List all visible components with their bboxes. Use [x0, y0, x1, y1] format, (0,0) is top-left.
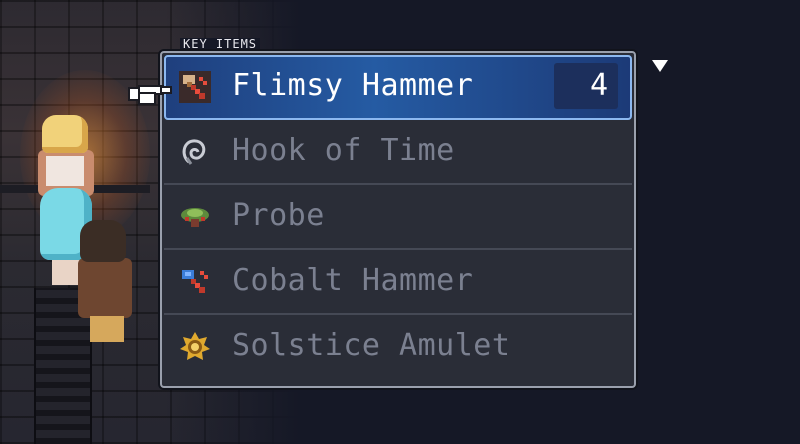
character-teal-hair	[40, 188, 92, 260]
menu-item-flimsy-hammer[interactable]: Flimsy Hammer 4	[164, 55, 632, 120]
character-blonde-body	[38, 150, 94, 196]
scroll-down-arrow-icon[interactable]	[650, 58, 670, 74]
item-name: Cobalt Hammer	[232, 263, 474, 298]
item-name: Flimsy Hammer	[232, 68, 474, 103]
menu-item-probe[interactable]: Probe	[164, 185, 632, 250]
character-dark-body	[78, 258, 132, 318]
cobalt-hammer-icon	[182, 270, 208, 293]
character-blonde-hair	[42, 115, 88, 153]
amulet-icon	[180, 332, 210, 360]
character-dark-head	[80, 220, 126, 262]
key-items-menu: Flimsy Hammer 4 Hook of Time Probe Cobal…	[160, 51, 636, 388]
stone-ledge	[0, 185, 150, 193]
quantity-box: 4	[554, 63, 618, 109]
item-name: Hook of Time	[232, 133, 455, 168]
menu-title: KEY ITEMS	[180, 38, 261, 51]
menu-item-solstice-amulet[interactable]: Solstice Amulet	[164, 315, 632, 378]
character-teal-body	[52, 245, 82, 285]
character-dark-legs	[90, 316, 124, 342]
hammer-icon	[179, 71, 211, 103]
item-name: Probe	[232, 198, 325, 233]
menu-item-hook-of-time[interactable]: Hook of Time	[164, 120, 632, 185]
ladder	[34, 288, 92, 444]
character-blonde-shirt	[46, 156, 84, 186]
menu-item-cobalt-hammer[interactable]: Cobalt Hammer	[164, 250, 632, 315]
hand-pointer-icon	[128, 85, 172, 105]
item-quantity: 4	[589, 68, 608, 103]
probe-icon	[181, 208, 209, 227]
item-name: Solstice Amulet	[232, 328, 511, 363]
hook-icon	[182, 139, 206, 165]
